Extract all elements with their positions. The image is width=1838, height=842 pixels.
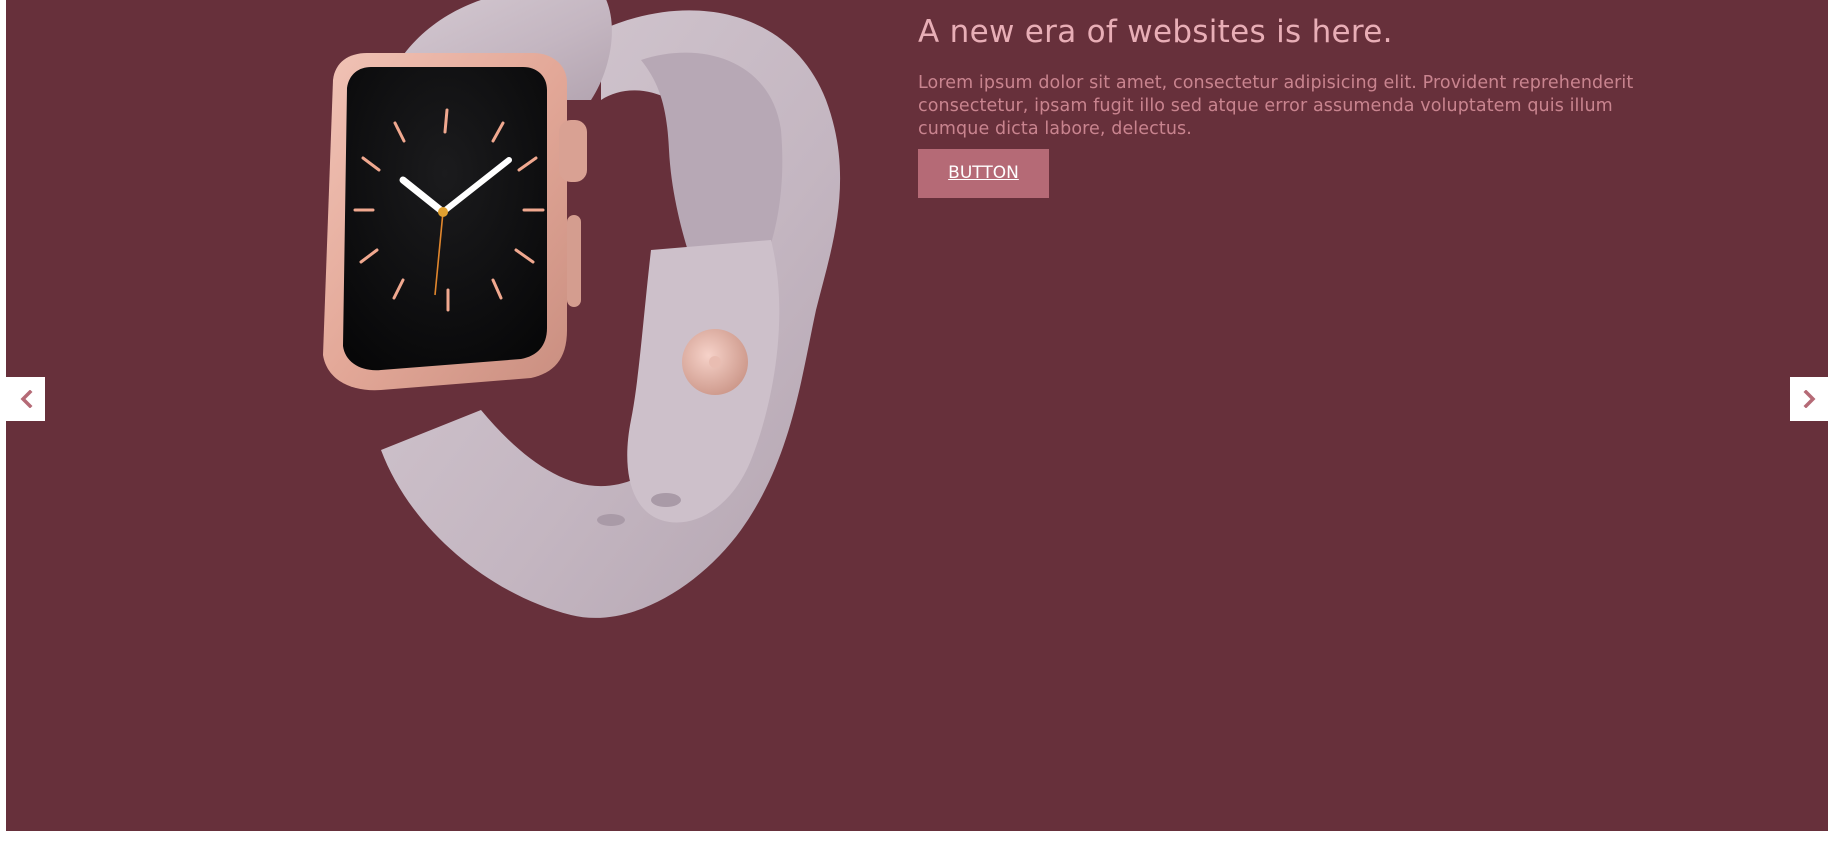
slider-prev-button[interactable]: [6, 377, 45, 421]
slider-next-button[interactable]: [1790, 377, 1829, 421]
slide-content: A new era of websites is here. Lorem ips…: [918, 10, 1648, 198]
slide-description: Lorem ipsum dolor sit amet, consectetur …: [918, 73, 1634, 139]
chevron-right-icon: [1803, 390, 1817, 408]
cta-button[interactable]: BUTTON: [918, 149, 1049, 198]
slide-headline: A new era of websites is here.: [918, 14, 1393, 50]
smartwatch-image: [271, 0, 851, 620]
chevron-left-icon: [19, 390, 33, 408]
hero-slider: A new era of websites is here. Lorem ips…: [6, 0, 1828, 831]
